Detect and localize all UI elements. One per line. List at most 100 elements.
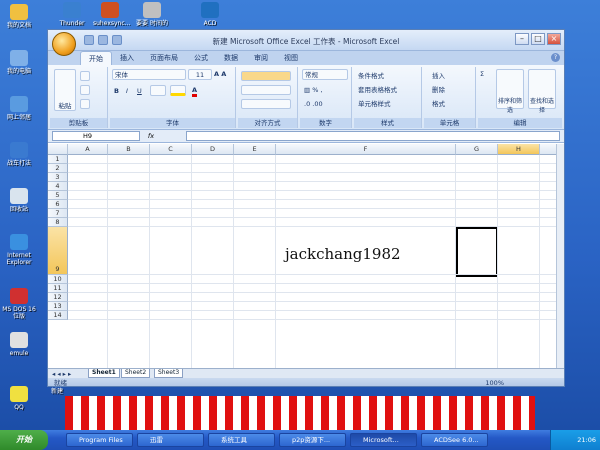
title-bar[interactable]: 新建 Microsoft Office Excel 工作表 - Microsof…: [48, 30, 564, 51]
align-top-icon[interactable]: [241, 71, 291, 81]
column-header[interactable]: F: [276, 144, 456, 155]
column-header[interactable]: A: [68, 144, 108, 155]
tab-3[interactable]: 公式: [186, 51, 216, 65]
column-header[interactable]: C: [150, 144, 192, 155]
insert-function-icon[interactable]: fx: [144, 131, 158, 141]
selected-cell[interactable]: [456, 227, 498, 277]
desktop-icon[interactable]: QQ: [2, 386, 36, 411]
tab-4[interactable]: 数据: [216, 51, 246, 65]
alignment-group: 对齐方式: [238, 67, 298, 128]
column-header[interactable]: H: [498, 144, 540, 155]
formula-input[interactable]: [186, 131, 560, 141]
taskbar-button[interactable]: Program Files: [66, 433, 133, 447]
sheet-tab[interactable]: Sheet2: [121, 369, 151, 378]
font-color-icon[interactable]: A: [192, 86, 198, 97]
start-button[interactable]: 开始: [0, 430, 48, 450]
cell-styles-button[interactable]: 单元格样式: [358, 98, 391, 108]
minimize-button[interactable]: –: [515, 33, 529, 45]
help-icon[interactable]: ?: [551, 53, 560, 62]
select-all-corner[interactable]: [48, 144, 68, 155]
conditional-format-button[interactable]: 条件格式: [358, 70, 384, 80]
vertical-scrollbar[interactable]: [556, 144, 564, 368]
tab-6[interactable]: 视图: [276, 51, 306, 65]
desktop-icon[interactable]: 回收站: [2, 188, 36, 213]
copy-icon[interactable]: [80, 85, 90, 95]
sheet-tab[interactable]: Sheet3: [154, 369, 184, 378]
maximize-button[interactable]: □: [531, 33, 545, 45]
indent-icon[interactable]: [241, 99, 291, 109]
desktop-icon[interactable]: 我的文档: [2, 4, 36, 29]
desktop-icon[interactable]: Internet Explorer: [2, 234, 36, 266]
format-painter-icon[interactable]: [80, 99, 90, 109]
row-header[interactable]: 11: [48, 284, 68, 293]
column-header[interactable]: G: [456, 144, 498, 155]
decimal-icon[interactable]: .0 .00: [304, 100, 323, 108]
row-header[interactable]: 8: [48, 218, 68, 227]
row-header[interactable]: 4: [48, 182, 68, 191]
taskbar-button[interactable]: Microsoft...: [350, 433, 417, 447]
desktop-icon-glyph: [10, 332, 28, 348]
bold-icon[interactable]: B: [114, 87, 119, 95]
row-header[interactable]: 2: [48, 164, 68, 173]
grow-font-icon[interactable]: A A: [214, 70, 226, 78]
row-header[interactable]: 6: [48, 200, 68, 209]
row-header[interactable]: 1: [48, 155, 68, 164]
italic-icon[interactable]: I: [126, 87, 128, 95]
taskbar-button[interactable]: p2p资源下...: [279, 433, 346, 447]
column-header[interactable]: B: [108, 144, 150, 155]
desktop-icon[interactable]: Thunder: [55, 2, 89, 27]
desktop-icon[interactable]: 战车打法: [2, 142, 36, 167]
autosum-icon[interactable]: Σ: [480, 70, 484, 78]
row-header[interactable]: 7: [48, 209, 68, 218]
column-header[interactable]: D: [192, 144, 234, 155]
tab-2[interactable]: 页面布局: [142, 51, 186, 65]
row-header[interactable]: 10: [48, 275, 68, 284]
new-file-icon[interactable]: 新建: [47, 388, 67, 395]
desktop-icon[interactable]: 我的电脑: [2, 50, 36, 75]
desktop-icon[interactable]: 要要 时间的: [135, 2, 169, 27]
find-select-button[interactable]: 查找和选择: [528, 69, 556, 114]
desktop-icon[interactable]: ACD: [193, 2, 227, 27]
piano-keyboard-strip[interactable]: [65, 396, 535, 430]
row-header[interactable]: 5: [48, 191, 68, 200]
fill-color-icon[interactable]: [170, 85, 186, 96]
desktop-icon-label: Internet Explorer: [6, 252, 32, 266]
align-center-icon[interactable]: [241, 85, 291, 95]
sheet-nav-arrows[interactable]: ◂ ◂ ▸ ▸: [52, 370, 71, 378]
row-header[interactable]: 14: [48, 311, 68, 320]
percent-icon[interactable]: ▥ % ,: [304, 86, 323, 94]
delete-cells-button[interactable]: 删除: [432, 84, 445, 94]
desktop-icon[interactable]: emule: [2, 332, 36, 357]
excel-window[interactable]: 新建 Microsoft Office Excel 工作表 - Microsof…: [47, 29, 565, 387]
row-header[interactable]: 13: [48, 302, 68, 311]
underline-icon[interactable]: U: [137, 87, 142, 95]
format-cells-button[interactable]: 格式: [432, 98, 445, 108]
spreadsheet-grid[interactable]: jackchang1982 ABCDEFGHI12345678910111213…: [48, 144, 560, 368]
column-header[interactable]: E: [234, 144, 276, 155]
border-icon[interactable]: [150, 85, 166, 96]
name-box[interactable]: H9: [52, 131, 140, 141]
desktop-icon[interactable]: MS DOS 16位版: [2, 288, 36, 320]
font-name-select[interactable]: 宋体: [112, 69, 186, 80]
desktop-icon[interactable]: 网上邻居: [2, 96, 36, 121]
row-header[interactable]: 12: [48, 293, 68, 302]
sheet-tab[interactable]: Sheet1: [88, 369, 120, 378]
paste-button[interactable]: 粘贴: [54, 69, 76, 111]
desktop-icon[interactable]: suhexsync...: [93, 2, 130, 27]
sort-filter-button[interactable]: 排序和筛选: [496, 69, 524, 114]
insert-cells-button[interactable]: 插入: [432, 70, 445, 80]
tab-5[interactable]: 审阅: [246, 51, 276, 65]
table-format-button[interactable]: 套用表格格式: [358, 84, 397, 94]
tab-1[interactable]: 插入: [112, 51, 142, 65]
cut-icon[interactable]: [80, 71, 90, 81]
close-button[interactable]: ×: [547, 33, 561, 45]
font-size-select[interactable]: 11: [188, 69, 212, 80]
row-header[interactable]: 9: [48, 227, 68, 275]
row-header[interactable]: 3: [48, 173, 68, 182]
office-button[interactable]: [52, 32, 76, 56]
taskbar-button[interactable]: 迅雷: [137, 433, 204, 447]
taskbar-button[interactable]: ACDSee 6.0...: [421, 433, 488, 447]
number-format-select[interactable]: 常规: [302, 69, 348, 80]
tab-0[interactable]: 开始: [80, 51, 112, 65]
taskbar-button[interactable]: 系统工具: [208, 433, 275, 447]
